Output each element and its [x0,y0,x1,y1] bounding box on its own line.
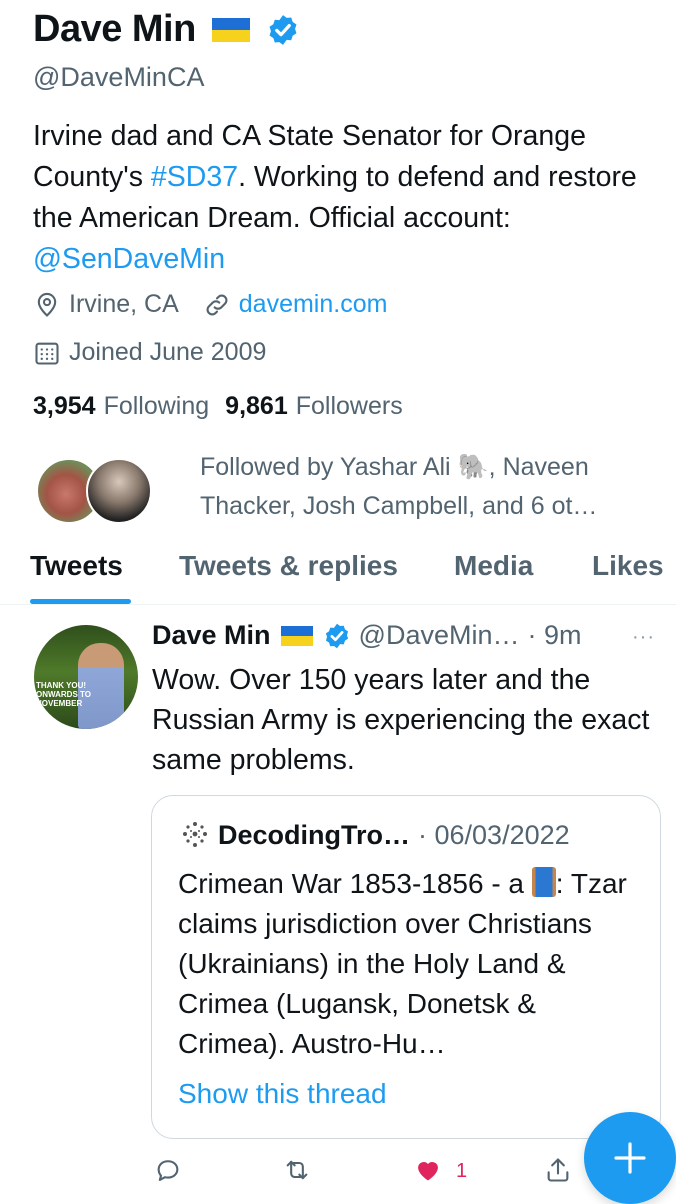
like-count: 1 [456,1160,468,1182]
tab-likes[interactable]: Likes [592,550,664,604]
following-link[interactable]: 3,954 Following [33,392,209,421]
profile-meta-location: Irvine, CA davemin.com [33,290,387,319]
tab-tweets[interactable]: Tweets [30,550,123,604]
tweet-author-name[interactable]: Dave Min [152,620,271,651]
heart-icon[interactable] [414,1156,442,1184]
active-tab-indicator [30,599,131,604]
avatar-sign-text: THANK YOU! ONWARDS TO NOVEMBER [36,681,91,708]
mention-link[interactable]: @SenDaveMin [33,243,225,275]
quoted-tweet-date: · 06/03/2022 [418,819,570,850]
joined-text: Joined June 2009 [69,338,267,366]
profile-bio: Irvine dad and CA State Senator for Oran… [33,116,653,280]
followers-count: 9,861 [225,392,288,420]
profile-tabs: Tweets Tweets & replies Media Likes [0,550,676,605]
followed-by-avatars[interactable] [36,458,152,524]
show-thread-link[interactable]: Show this thread [178,1078,387,1110]
website-text: davemin.com [238,290,388,318]
hashtag-link[interactable]: #SD37 [151,161,238,193]
quoted-tweet-card[interactable]: DecodingTro… · 06/03/2022 Crimean War 18… [151,795,661,1139]
quoted-text-part: Crimean War 1853-1856 - a [178,868,532,899]
thread-spool-icon [531,867,556,897]
tweet-actions: 1 [0,1150,676,1200]
quoted-author-avatar [183,822,207,847]
tweet-time[interactable]: · 9m [528,620,582,651]
followed-by-text[interactable]: Followed by Yashar Ali 🐘, Naveen Thacker… [200,448,650,526]
profile-handle: @DaveMinCA [33,62,205,92]
tab-media[interactable]: Media [454,550,533,604]
tweet-text: Wow. Over 150 years later and the Russia… [152,664,650,776]
avatar [86,458,152,524]
quoted-author-name: DecodingTro… [218,819,411,850]
location-pin-icon [37,292,57,317]
profile-name: Dave Min [33,8,196,50]
following-label: Following [103,392,210,420]
share-icon[interactable] [544,1156,572,1184]
link-icon [206,294,228,315]
more-dots-icon[interactable]: ··· [632,626,655,649]
ukraine-flag-icon [211,17,250,42]
ukraine-flag-icon [280,625,313,646]
verified-badge-icon [325,623,348,648]
location-text: Irvine, CA [69,290,179,318]
website-link[interactable]: davemin.com [203,290,388,319]
profile-name-row: Dave Min [33,8,300,51]
quoted-tweet-text: Crimean War 1853-1856 - a : Tzar claims … [178,864,638,1064]
tweet-author-avatar[interactable]: THANK YOU! ONWARDS TO NOVEMBER [34,625,138,729]
followers-label: Followers [295,392,403,420]
verified-badge-icon [269,14,297,45]
compose-tweet-button[interactable] [584,1112,676,1204]
profile-meta-joined: Joined June 2009 [33,338,266,367]
calendar-icon [35,342,59,365]
followers-link[interactable]: 9,861 Followers [225,392,403,421]
quoted-tweet-header: DecodingTro… · 06/03/2022 [178,818,570,852]
follow-stats: 3,954 Following 9,861 Followers [33,392,419,421]
retweet-icon[interactable] [283,1156,311,1184]
tab-tweets-replies[interactable]: Tweets & replies [179,550,398,604]
tweet-header: Dave Min @DaveMin… · 9m [152,620,582,651]
compose-plus-icon [614,1142,646,1174]
reply-icon[interactable] [154,1156,182,1184]
tweet-author-handle[interactable]: @DaveMin… [359,620,520,651]
following-count: 3,954 [33,392,96,420]
